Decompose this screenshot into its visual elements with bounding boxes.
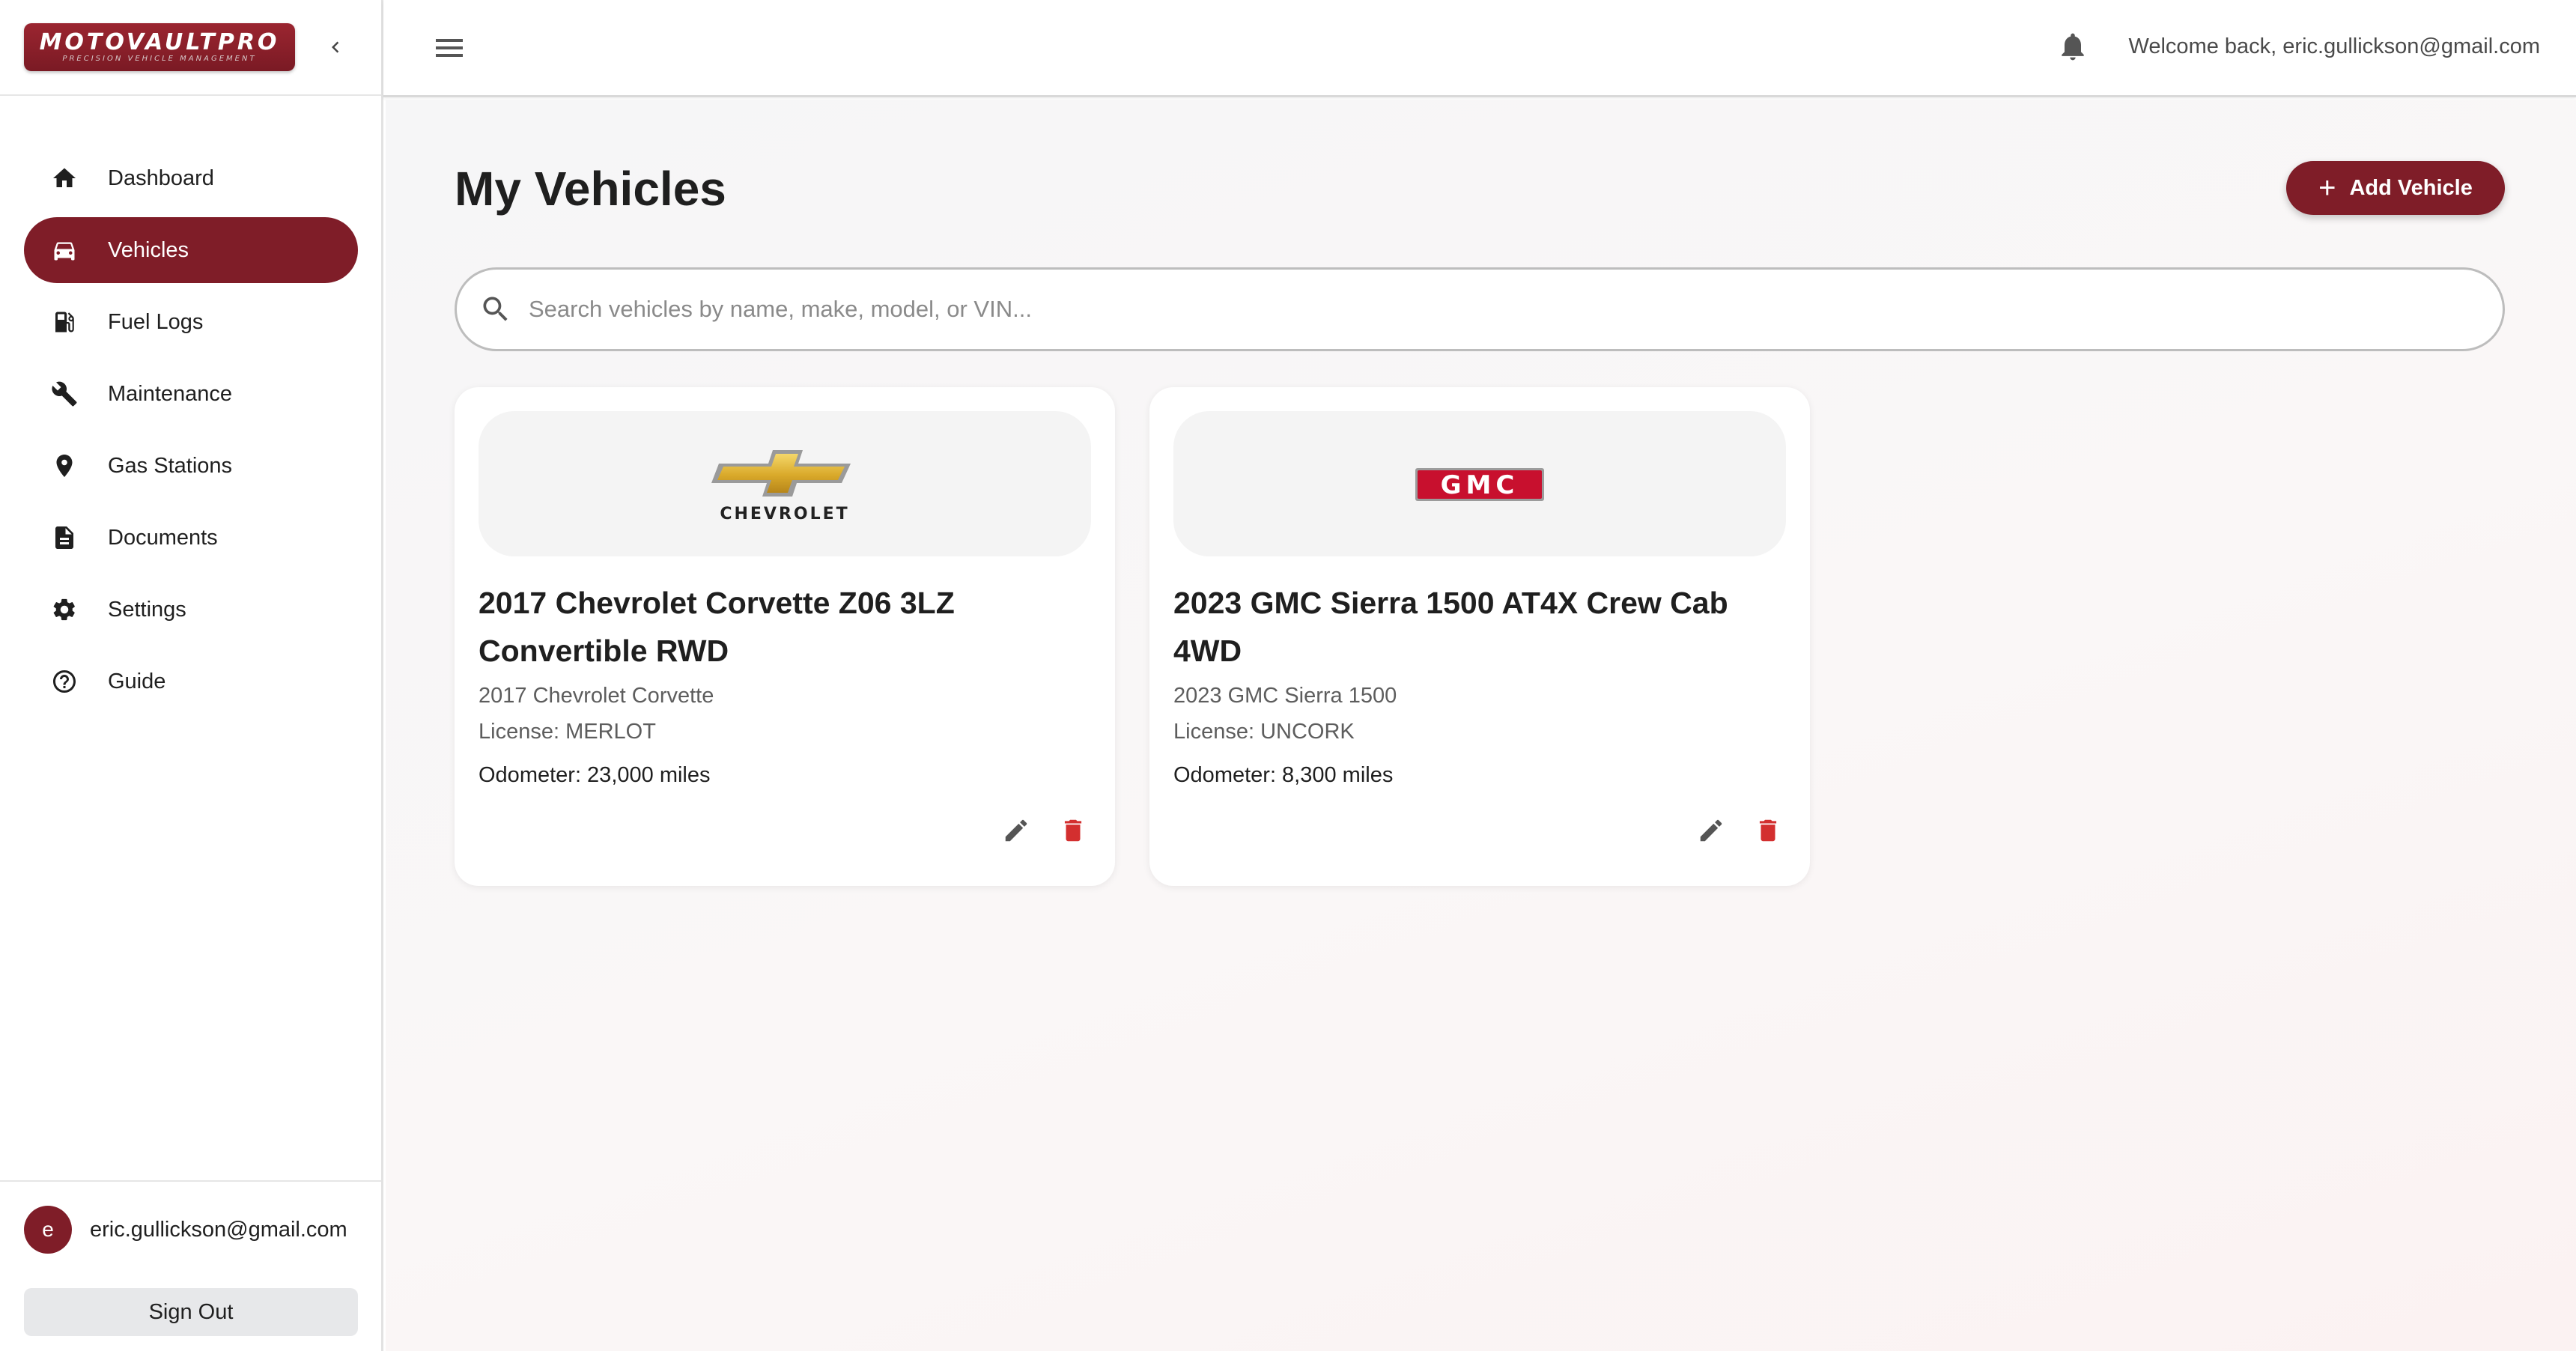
document-icon	[49, 523, 79, 553]
add-vehicle-button[interactable]: + Add Vehicle	[2286, 161, 2505, 215]
chevron-left-icon	[332, 41, 339, 53]
vehicle-card[interactable]: CHEVROLET 2017 Chevrolet Corvette Z06 3L…	[455, 387, 1115, 886]
delete-button[interactable]	[1750, 813, 1786, 848]
search-input[interactable]	[529, 296, 2401, 323]
collapse-sidebar-button[interactable]	[318, 29, 353, 65]
avatar: e	[24, 1206, 72, 1254]
sidebar-item-dashboard[interactable]: Dashboard	[24, 145, 358, 211]
sidebar-item-maintenance[interactable]: Maintenance	[24, 361, 358, 427]
vehicle-odometer: Odometer: 23,000 miles	[479, 763, 711, 787]
sidebar-item-label: Guide	[108, 669, 166, 693]
user-profile: e eric.gullickson@gmail.com	[24, 1206, 357, 1254]
chevrolet-logo-text: CHEVROLET	[720, 505, 849, 523]
car-icon	[49, 235, 79, 265]
brand-tagline: PRECISION VEHICLE MANAGEMENT	[62, 55, 257, 63]
sidebar-item-documents[interactable]: Documents	[24, 505, 358, 571]
add-vehicle-label: Add Vehicle	[2349, 175, 2473, 200]
trash-icon	[1759, 819, 1777, 842]
edit-button[interactable]	[998, 813, 1034, 848]
sidebar: MOTOVAULTPRO PRECISION VEHICLE MANAGEMEN…	[0, 0, 383, 1351]
notifications-button[interactable]	[2056, 30, 2092, 66]
sign-out-button[interactable]: Sign Out	[24, 1288, 358, 1336]
sidebar-nav: Dashboard Vehicles Fuel Logs Maintenance	[0, 96, 381, 714]
sidebar-item-label: Settings	[108, 597, 186, 622]
page-title: My Vehicles	[455, 162, 726, 216]
home-icon	[49, 163, 79, 193]
trash-icon	[1064, 819, 1082, 842]
vehicle-actions	[998, 813, 1091, 848]
vehicle-title: 2023 GMC Sierra 1500 AT4X Crew Cab 4WD	[1173, 586, 1728, 668]
vehicle-subtitle: 2023 GMC Sierra 1500	[1173, 684, 1397, 708]
edit-button[interactable]	[1693, 813, 1729, 848]
menu-button[interactable]	[431, 30, 467, 66]
sidebar-item-label: Vehicles	[108, 237, 189, 262]
fuel-pump-icon	[49, 307, 79, 337]
wrench-icon	[49, 379, 79, 409]
search-bar	[455, 267, 2505, 351]
vehicle-brand-image: CHEVROLET	[479, 411, 1091, 556]
brand-logo[interactable]: MOTOVAULTPRO PRECISION VEHICLE MANAGEMEN…	[24, 23, 295, 71]
vehicle-license: License: MERLOT	[479, 720, 656, 744]
chevrolet-logo-icon: CHEVROLET	[711, 450, 851, 523]
sidebar-item-label: Maintenance	[108, 381, 233, 406]
bell-icon	[2062, 33, 2084, 61]
sidebar-item-label: Gas Stations	[108, 453, 233, 478]
sidebar-item-label: Dashboard	[108, 166, 214, 190]
vehicle-actions	[1693, 813, 1786, 848]
sidebar-item-vehicles[interactable]: Vehicles	[24, 217, 358, 283]
pencil-icon	[1700, 819, 1722, 842]
brand-name: MOTOVAULTPRO	[39, 29, 280, 55]
gmc-logo-icon: GMC	[1415, 468, 1544, 501]
vehicle-odometer: Odometer: 8,300 miles	[1173, 763, 1394, 787]
sidebar-footer: e eric.gullickson@gmail.com Sign Out	[0, 1180, 381, 1351]
welcome-message: Welcome back, eric.gullickson@gmail.com	[2128, 34, 2540, 58]
vehicle-license: License: UNCORK	[1173, 720, 1355, 744]
vehicle-subtitle: 2017 Chevrolet Corvette	[479, 684, 714, 708]
vehicle-brand-image: GMC	[1173, 411, 1786, 556]
plus-icon: +	[2318, 171, 2336, 204]
vehicle-card[interactable]: GMC 2023 GMC Sierra 1500 AT4X Crew Cab 4…	[1149, 387, 1810, 886]
sidebar-header: MOTOVAULTPRO PRECISION VEHICLE MANAGEMEN…	[0, 0, 381, 96]
top-bar: Welcome back, eric.gullickson@gmail.com	[383, 0, 2576, 97]
sidebar-item-label: Fuel Logs	[108, 309, 204, 334]
sidebar-item-fuel-logs[interactable]: Fuel Logs	[24, 289, 358, 355]
search-icon	[479, 293, 512, 326]
sidebar-item-guide[interactable]: Guide	[24, 649, 358, 714]
sidebar-item-gas-stations[interactable]: Gas Stations	[24, 433, 358, 499]
app-root: MOTOVAULTPRO PRECISION VEHICLE MANAGEMEN…	[0, 0, 2576, 1351]
gear-icon	[49, 595, 79, 625]
delete-button[interactable]	[1055, 813, 1091, 848]
help-circle-icon	[49, 667, 79, 696]
vehicle-title: 2017 Chevrolet Corvette Z06 3LZ Converti…	[479, 586, 955, 668]
user-email: eric.gullickson@gmail.com	[90, 1217, 347, 1242]
location-pin-icon	[49, 451, 79, 481]
pencil-icon	[1005, 819, 1027, 842]
gmc-logo-text: GMC	[1441, 470, 1519, 500]
sidebar-item-label: Documents	[108, 525, 218, 550]
sidebar-item-settings[interactable]: Settings	[24, 577, 358, 643]
main-content: My Vehicles + Add Vehicle Search vehicle…	[386, 100, 2576, 1351]
hamburger-menu-icon	[436, 39, 463, 57]
